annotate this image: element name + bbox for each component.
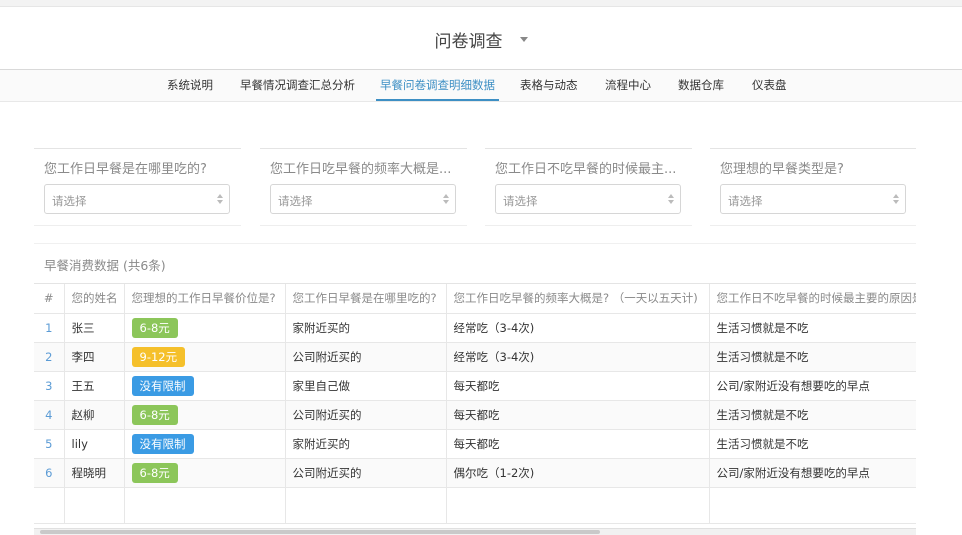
filter-select-frequency[interactable]: 请选择 (270, 184, 456, 214)
cell-reason: 生活习惯就是不吃 (709, 342, 916, 372)
row-index: 1 (34, 313, 65, 343)
cell-where: 公司附近买的 (285, 458, 447, 488)
cell-frequency: 每天都吃 (446, 400, 710, 430)
cell-name: 张三 (64, 313, 125, 343)
empty-cell (124, 487, 286, 524)
table-row[interactable]: 2 李四 9-12元 公司附近买的 经常吃（3-4次) 生活习惯就是不吃 (34, 342, 916, 372)
filter-label: 您工作日早餐是在哪里吃的? (44, 162, 207, 177)
cell-price: 6-8元 (124, 400, 286, 430)
cell-price: 没有限制 (124, 371, 286, 401)
section-divider (34, 243, 916, 244)
select-arrows-icon (443, 194, 449, 206)
cell-where: 家里自己做 (285, 371, 447, 401)
app-title-area[interactable]: 问卷调查 (0, 27, 962, 52)
table-row[interactable]: 4 赵柳 6-8元 公司附近买的 每天都吃 生活习惯就是不吃 (34, 400, 916, 430)
select-arrows-icon (668, 194, 674, 206)
select-placeholder: 请选择 (503, 194, 538, 208)
row-index: 5 (34, 429, 65, 459)
cell-price: 9-12元 (124, 342, 286, 372)
filter-label: 您工作日吃早餐的频率大概是... (270, 162, 452, 177)
cell-where: 家附近买的 (285, 313, 447, 343)
cell-reason: 生活习惯就是不吃 (709, 429, 916, 459)
row-index: 4 (34, 400, 65, 430)
cell-where: 公司附近买的 (285, 342, 447, 372)
cell-reason: 公司/家附近没有想要吃的早点 (709, 458, 916, 488)
select-arrows-icon (217, 194, 223, 206)
tab-bar: 系统说明 早餐情况调查汇总分析 早餐问卷调查明细数据 表格与动态 流程中心 数据… (0, 69, 962, 102)
select-arrows-icon (893, 194, 899, 206)
select-placeholder: 请选择 (278, 194, 313, 208)
column-header-where[interactable]: 您工作日早餐是在哪里吃的? (285, 284, 447, 314)
app-header: 问卷调查 (0, 7, 962, 69)
filter-where: 您工作日早餐是在哪里吃的? 请选择 (34, 148, 241, 226)
column-header-frequency[interactable]: 您工作日吃早餐的频率大概是? （一天以五天计) (446, 284, 710, 314)
cell-price: 没有限制 (124, 429, 286, 459)
cell-frequency: 每天都吃 (446, 429, 710, 459)
cell-frequency: 偶尔吃（1-2次) (446, 458, 710, 488)
cell-name: 王五 (64, 371, 125, 401)
empty-cell (446, 487, 710, 524)
empty-cell (64, 487, 125, 524)
tab-process-center[interactable]: 流程中心 (605, 70, 651, 101)
cell-name: 程晓明 (64, 458, 125, 488)
cell-name: lily (64, 429, 125, 459)
table-row[interactable]: 6 程晓明 6-8元 公司附近买的 偶尔吃（1-2次) 公司/家附近没有想要吃的… (34, 458, 916, 488)
empty-cell (285, 487, 447, 524)
table-caption: 早餐消费数据 (共6条) (44, 258, 166, 273)
empty-cell (34, 487, 65, 524)
column-header-reason[interactable]: 您工作日不吃早餐的时候最主要的原因是 (709, 284, 916, 314)
cell-price: 6-8元 (124, 458, 286, 488)
table-row[interactable]: 1 张三 6-8元 家附近买的 经常吃（3-4次) 生活习惯就是不吃 (34, 313, 916, 343)
cell-reason: 生活习惯就是不吃 (709, 313, 916, 343)
empty-row (34, 487, 916, 524)
tab-data-warehouse[interactable]: 数据仓库 (678, 70, 724, 101)
cell-reason: 生活习惯就是不吃 (709, 400, 916, 430)
scrollbar-thumb[interactable] (40, 530, 600, 534)
filter-type: 您理想的早餐类型是? 请选择 (710, 148, 916, 226)
price-badge: 没有限制 (131, 433, 194, 454)
chevron-down-icon[interactable] (519, 37, 528, 42)
cell-where: 家附近买的 (285, 429, 447, 459)
cell-frequency: 每天都吃 (446, 371, 710, 401)
app-title: 问卷调查 (434, 32, 503, 52)
tab-summary-analysis[interactable]: 早餐情况调查汇总分析 (240, 70, 355, 101)
filter-select-reason[interactable]: 请选择 (495, 184, 681, 214)
price-badge: 没有限制 (131, 375, 194, 396)
row-index: 3 (34, 371, 65, 401)
column-header-name[interactable]: 您的姓名 (64, 284, 125, 314)
column-header-index[interactable]: # (34, 284, 65, 314)
tab-table-dynamic[interactable]: 表格与动态 (520, 70, 578, 101)
filter-label: 您理想的早餐类型是? (720, 162, 844, 177)
tab-detail-data[interactable]: 早餐问卷调查明细数据 (376, 70, 499, 101)
column-header-price[interactable]: 您理想的工作日早餐价位是? (124, 284, 286, 314)
cell-name: 李四 (64, 342, 125, 372)
filter-reason: 您工作日不吃早餐的时候最主... 请选择 (485, 148, 692, 226)
select-placeholder: 请选择 (728, 194, 763, 208)
cell-where: 公司附近买的 (285, 400, 447, 430)
cell-price: 6-8元 (124, 313, 286, 343)
price-badge: 6-8元 (131, 462, 178, 483)
top-strip (0, 0, 962, 7)
row-index: 6 (34, 458, 65, 488)
price-badge: 9-12元 (131, 346, 186, 367)
cell-frequency: 经常吃（3-4次) (446, 313, 710, 343)
filter-select-type[interactable]: 请选择 (720, 184, 906, 214)
price-badge: 6-8元 (131, 404, 178, 425)
filter-label: 您工作日不吃早餐的时候最主... (495, 162, 677, 177)
data-table[interactable]: # 您的姓名 您理想的工作日早餐价位是? 您工作日早餐是在哪里吃的? 您工作日吃… (34, 283, 916, 530)
cell-frequency: 经常吃（3-4次) (446, 342, 710, 372)
table-row[interactable]: 5 lily 没有限制 家附近买的 每天都吃 生活习惯就是不吃 (34, 429, 916, 459)
select-placeholder: 请选择 (52, 194, 87, 208)
cell-reason: 公司/家附近没有想要吃的早点 (709, 371, 916, 401)
empty-cell (709, 487, 916, 524)
row-index: 2 (34, 342, 65, 372)
cell-name: 赵柳 (64, 400, 125, 430)
tab-dashboard[interactable]: 仪表盘 (752, 70, 787, 101)
filter-select-where[interactable]: 请选择 (44, 184, 230, 214)
price-badge: 6-8元 (131, 317, 178, 338)
table-header-row: # 您的姓名 您理想的工作日早餐价位是? 您工作日早餐是在哪里吃的? 您工作日吃… (34, 284, 916, 314)
table-row[interactable]: 3 王五 没有限制 家里自己做 每天都吃 公司/家附近没有想要吃的早点 (34, 371, 916, 401)
filter-frequency: 您工作日吃早餐的频率大概是... 请选择 (260, 148, 467, 226)
tab-system-intro[interactable]: 系统说明 (167, 70, 213, 101)
